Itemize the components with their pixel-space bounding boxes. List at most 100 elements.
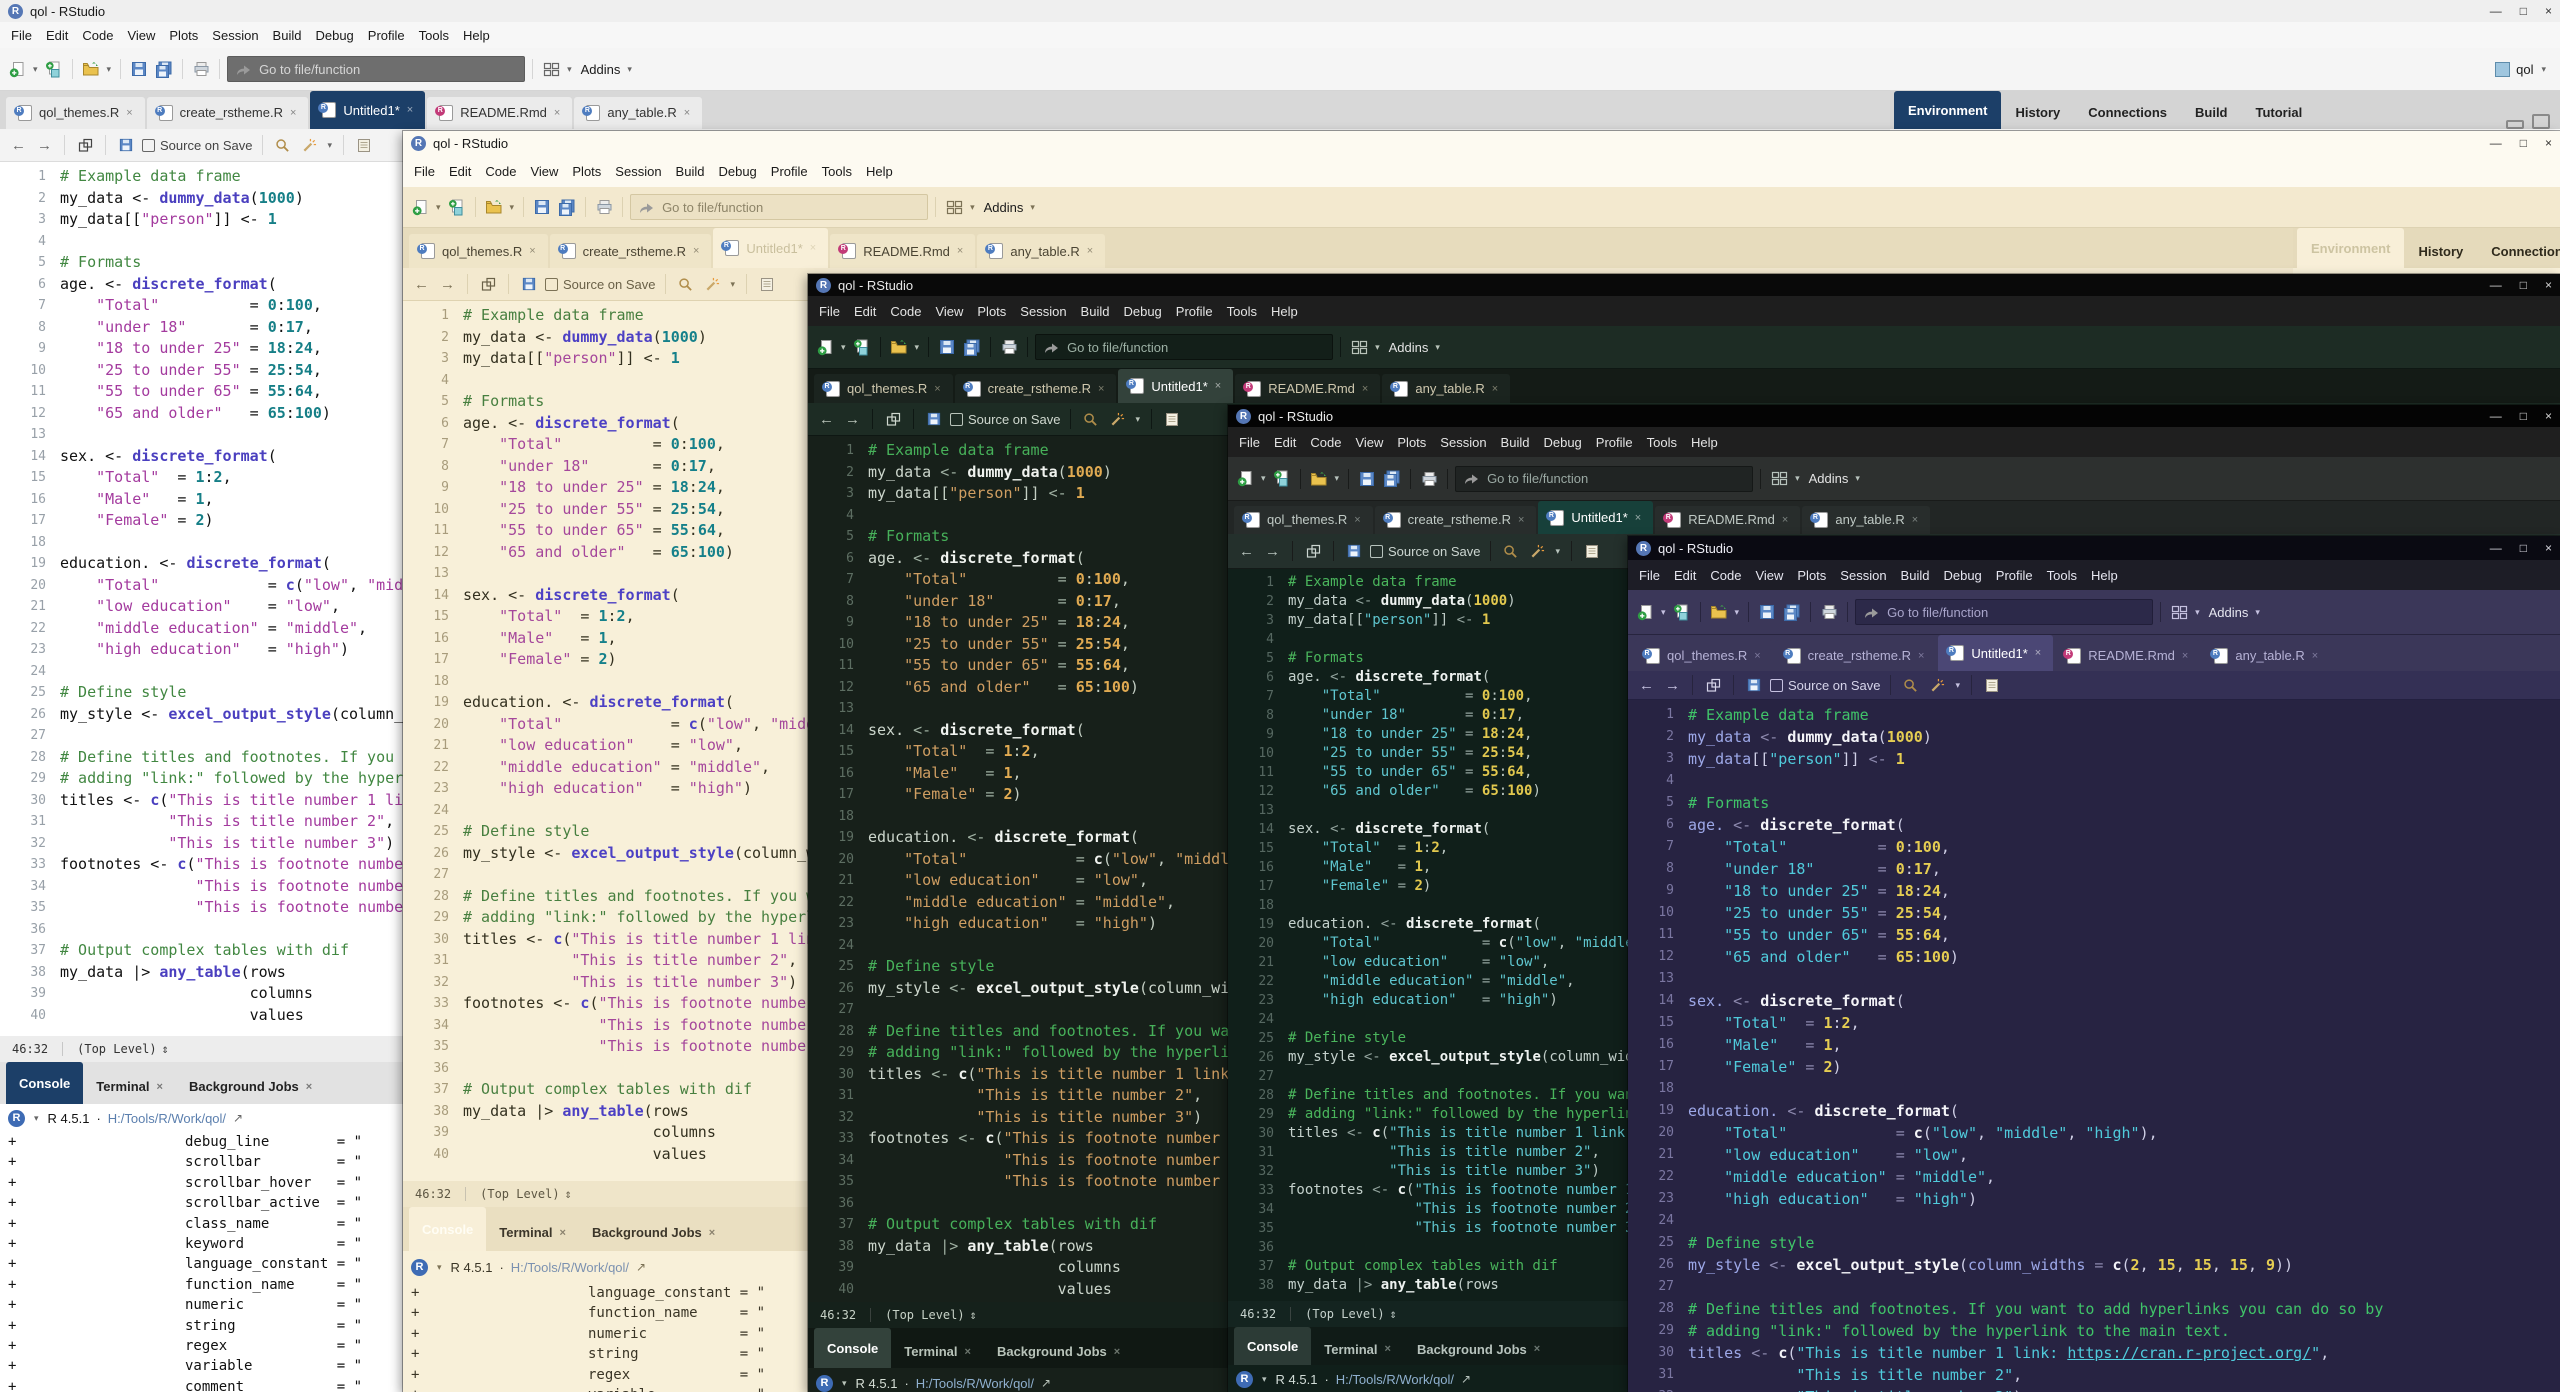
menu-session[interactable]: Session	[1433, 435, 1493, 450]
menu-view[interactable]: View	[1748, 568, 1790, 583]
console-tab-terminal[interactable]: Terminal×	[83, 1070, 176, 1104]
editor-tab-Untitled1*[interactable]: RUntitled1*×	[1938, 635, 2053, 671]
new-file-icon[interactable]	[814, 337, 836, 357]
scope-selector[interactable]: (Top Level) ⇕	[62, 1042, 169, 1056]
magic-wand-icon[interactable]	[702, 274, 724, 294]
open-recent-dropdown-icon[interactable]: ▾	[1733, 607, 1742, 618]
save-all-icon[interactable]	[1781, 602, 1803, 622]
window-titlebar[interactable]: R qol - RStudio — □ ×	[403, 131, 2560, 155]
save-icon[interactable]	[1356, 469, 1378, 489]
maximize-button[interactable]: □	[2520, 4, 2527, 18]
tab-close-icon[interactable]: ×	[1492, 383, 1498, 395]
console-tab-terminal[interactable]: Terminal×	[1311, 1334, 1404, 1365]
new-file-icon[interactable]	[1634, 602, 1656, 622]
menu-file[interactable]: File	[1632, 568, 1667, 583]
console-tab-terminal[interactable]: Terminal×	[891, 1335, 984, 1368]
back-arrow-icon[interactable]: ←	[816, 411, 837, 428]
editor-tab-any_table.R[interactable]: Rany_table.R×	[1802, 506, 1930, 534]
editor-tab-create_rstheme.R[interactable]: Rcreate_rstheme.R×	[147, 97, 309, 129]
menu-help[interactable]: Help	[456, 28, 497, 43]
tab-close-icon[interactable]: ×	[934, 383, 940, 395]
editor-tab-create_rstheme.R[interactable]: Rcreate_rstheme.R×	[1375, 506, 1537, 534]
compile-notebook-icon[interactable]	[1161, 409, 1183, 429]
tab-close-icon[interactable]: ×	[554, 107, 560, 119]
open-recent-dropdown-icon[interactable]: ▾	[1333, 473, 1342, 484]
tab-close-icon[interactable]: ×	[1087, 245, 1093, 257]
editor-tab-qol_themes.R[interactable]: Rqol_themes.R×	[409, 234, 548, 268]
save-all-icon[interactable]	[556, 197, 578, 217]
open-recent-dropdown-icon[interactable]: ▾	[105, 64, 114, 75]
menu-view[interactable]: View	[928, 304, 970, 319]
window-titlebar[interactable]: R qol - RStudio — □ ×	[0, 0, 2560, 22]
compile-notebook-icon[interactable]	[1981, 675, 2003, 695]
pane-tab-environment[interactable]: Environment	[1894, 91, 2001, 129]
console-tab-background-jobs[interactable]: Background Jobs×	[176, 1070, 325, 1104]
close-button[interactable]: ×	[2545, 278, 2552, 292]
working-directory[interactable]: H:/Tools/R/Work/qol/	[1336, 1372, 1454, 1387]
tab-close-icon[interactable]: ×	[1912, 514, 1918, 526]
menu-profile[interactable]: Profile	[1169, 304, 1220, 319]
tab-close-icon[interactable]: ×	[290, 107, 296, 119]
goto-file-box[interactable]: Go to file/function	[1855, 599, 2153, 625]
tab-close-icon[interactable]: ×	[1918, 650, 1924, 662]
print-icon[interactable]	[998, 337, 1020, 357]
r-version-dropdown-icon[interactable]: ▾	[435, 1262, 444, 1273]
print-icon[interactable]	[1418, 469, 1440, 489]
menu-edit[interactable]: Edit	[442, 164, 478, 179]
addins-button[interactable]: Addins ▾	[1805, 471, 1866, 486]
editor-tab-Untitled1*[interactable]: RUntitled1*×	[713, 228, 828, 268]
tab-close-icon[interactable]: ×	[560, 1227, 566, 1239]
menu-build[interactable]: Build	[669, 164, 712, 179]
new-project-icon[interactable]	[1271, 469, 1293, 489]
panes-dropdown-icon[interactable]: ▾	[1373, 342, 1382, 353]
forward-arrow-icon[interactable]: →	[34, 137, 55, 154]
goto-directory-icon[interactable]: ↗	[636, 1260, 646, 1274]
menu-file[interactable]: File	[4, 28, 39, 43]
magic-wand-icon[interactable]	[1527, 541, 1549, 561]
editor-tab-README.Rmd[interactable]: RREADME.Rmd×	[830, 234, 975, 268]
menu-code[interactable]: Code	[478, 164, 523, 179]
tab-close-icon[interactable]: ×	[1215, 380, 1221, 392]
tab-close-icon[interactable]: ×	[306, 1081, 312, 1093]
new-project-icon[interactable]	[43, 59, 65, 79]
panes-dropdown-icon[interactable]: ▾	[968, 202, 977, 213]
pane-tab-history[interactable]: History	[2404, 234, 2477, 268]
pane-tab-connections[interactable]: Connections	[2074, 97, 2181, 129]
save-all-icon[interactable]	[961, 337, 983, 357]
wand-dropdown-icon[interactable]: ▾	[1554, 546, 1563, 557]
open-file-icon[interactable]	[1708, 602, 1730, 622]
save-all-icon[interactable]	[153, 59, 175, 79]
menu-debug[interactable]: Debug	[711, 164, 763, 179]
tab-close-icon[interactable]: ×	[957, 245, 963, 257]
console-tab-console[interactable]: Console	[814, 1328, 891, 1368]
scope-selector[interactable]: (Top Level) ⇕	[465, 1187, 572, 1201]
back-arrow-icon[interactable]: ←	[1236, 543, 1257, 560]
menu-build[interactable]: Build	[1494, 435, 1537, 450]
menu-tools[interactable]: Tools	[1640, 435, 1684, 450]
new-file-dropdown-icon[interactable]: ▾	[31, 64, 40, 75]
tab-close-icon[interactable]: ×	[1754, 650, 1760, 662]
source-on-save-checkbox[interactable]	[1370, 545, 1383, 558]
menu-file[interactable]: File	[407, 164, 442, 179]
console-tab-console[interactable]: Console	[409, 1207, 486, 1251]
tab-close-icon[interactable]: ×	[1518, 514, 1524, 526]
wand-dropdown-icon[interactable]: ▾	[729, 279, 738, 290]
magic-wand-icon[interactable]	[299, 135, 321, 155]
editor-tab-README.Rmd[interactable]: RREADME.Rmd×	[2055, 640, 2200, 671]
open-file-icon[interactable]	[483, 197, 505, 217]
tab-close-icon[interactable]: ×	[965, 1346, 971, 1358]
open-file-icon[interactable]	[80, 59, 102, 79]
menu-session[interactable]: Session	[1833, 568, 1893, 583]
search-icon[interactable]	[1080, 409, 1102, 429]
panes-dropdown-icon[interactable]: ▾	[1793, 473, 1802, 484]
print-icon[interactable]	[1818, 602, 1840, 622]
minimize-button[interactable]: —	[2490, 278, 2502, 292]
new-file-dropdown-icon[interactable]: ▾	[1259, 473, 1268, 484]
goto-file-box[interactable]: Go to file/function	[1035, 334, 1333, 360]
pane-tab-connections[interactable]: Connections	[2477, 234, 2560, 268]
popout-icon[interactable]	[477, 274, 499, 294]
minimize-button[interactable]: —	[2490, 136, 2502, 150]
panes-grid-icon[interactable]	[1348, 337, 1370, 357]
save-icon[interactable]	[1756, 602, 1778, 622]
panes-grid-icon[interactable]	[943, 197, 965, 217]
